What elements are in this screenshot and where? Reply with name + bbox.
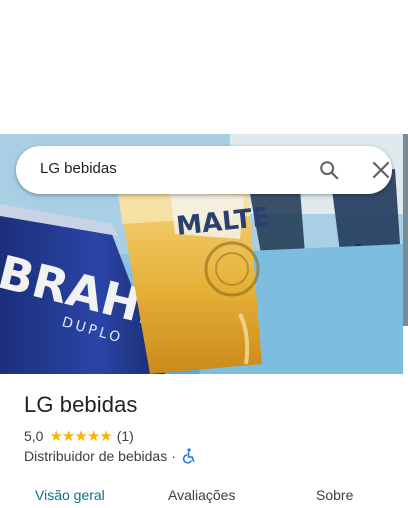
separator-dot: · <box>171 448 176 464</box>
photo-scrollbar[interactable] <box>403 134 408 326</box>
search-icon[interactable] <box>318 159 340 181</box>
tab-overview[interactable]: Visão geral <box>35 487 105 503</box>
review-count-link[interactable]: (1) <box>117 428 134 444</box>
tab-about[interactable]: Sobre <box>316 487 353 503</box>
close-icon[interactable] <box>371 160 391 180</box>
star-icon: ★ <box>61 427 75 445</box>
star-icon: ★ <box>74 427 87 445</box>
tab-reviews[interactable]: Avaliações <box>168 487 235 503</box>
star-icon: ★ <box>99 427 112 445</box>
search-input[interactable]: LG bebidas <box>40 160 117 177</box>
star-icon: ★ <box>86 427 100 445</box>
category-text: Distribuidor de bebidas <box>24 448 168 464</box>
star-icon: ★ <box>49 427 62 445</box>
place-title: LG bebidas <box>24 392 138 417</box>
category-row: Distribuidor de bebidas · <box>24 447 195 465</box>
rating-row[interactable]: 5,0 ★ ★ ★ ★ ★ (1) <box>24 427 134 445</box>
star-rating: ★ ★ ★ ★ ★ <box>49 427 112 445</box>
search-bar[interactable]: LG bebidas <box>16 146 392 194</box>
rating-value: 5,0 <box>24 428 44 444</box>
wheelchair-icon[interactable] <box>181 448 195 464</box>
place-tabs: Visão geral Avaliações Sobre <box>0 480 408 508</box>
